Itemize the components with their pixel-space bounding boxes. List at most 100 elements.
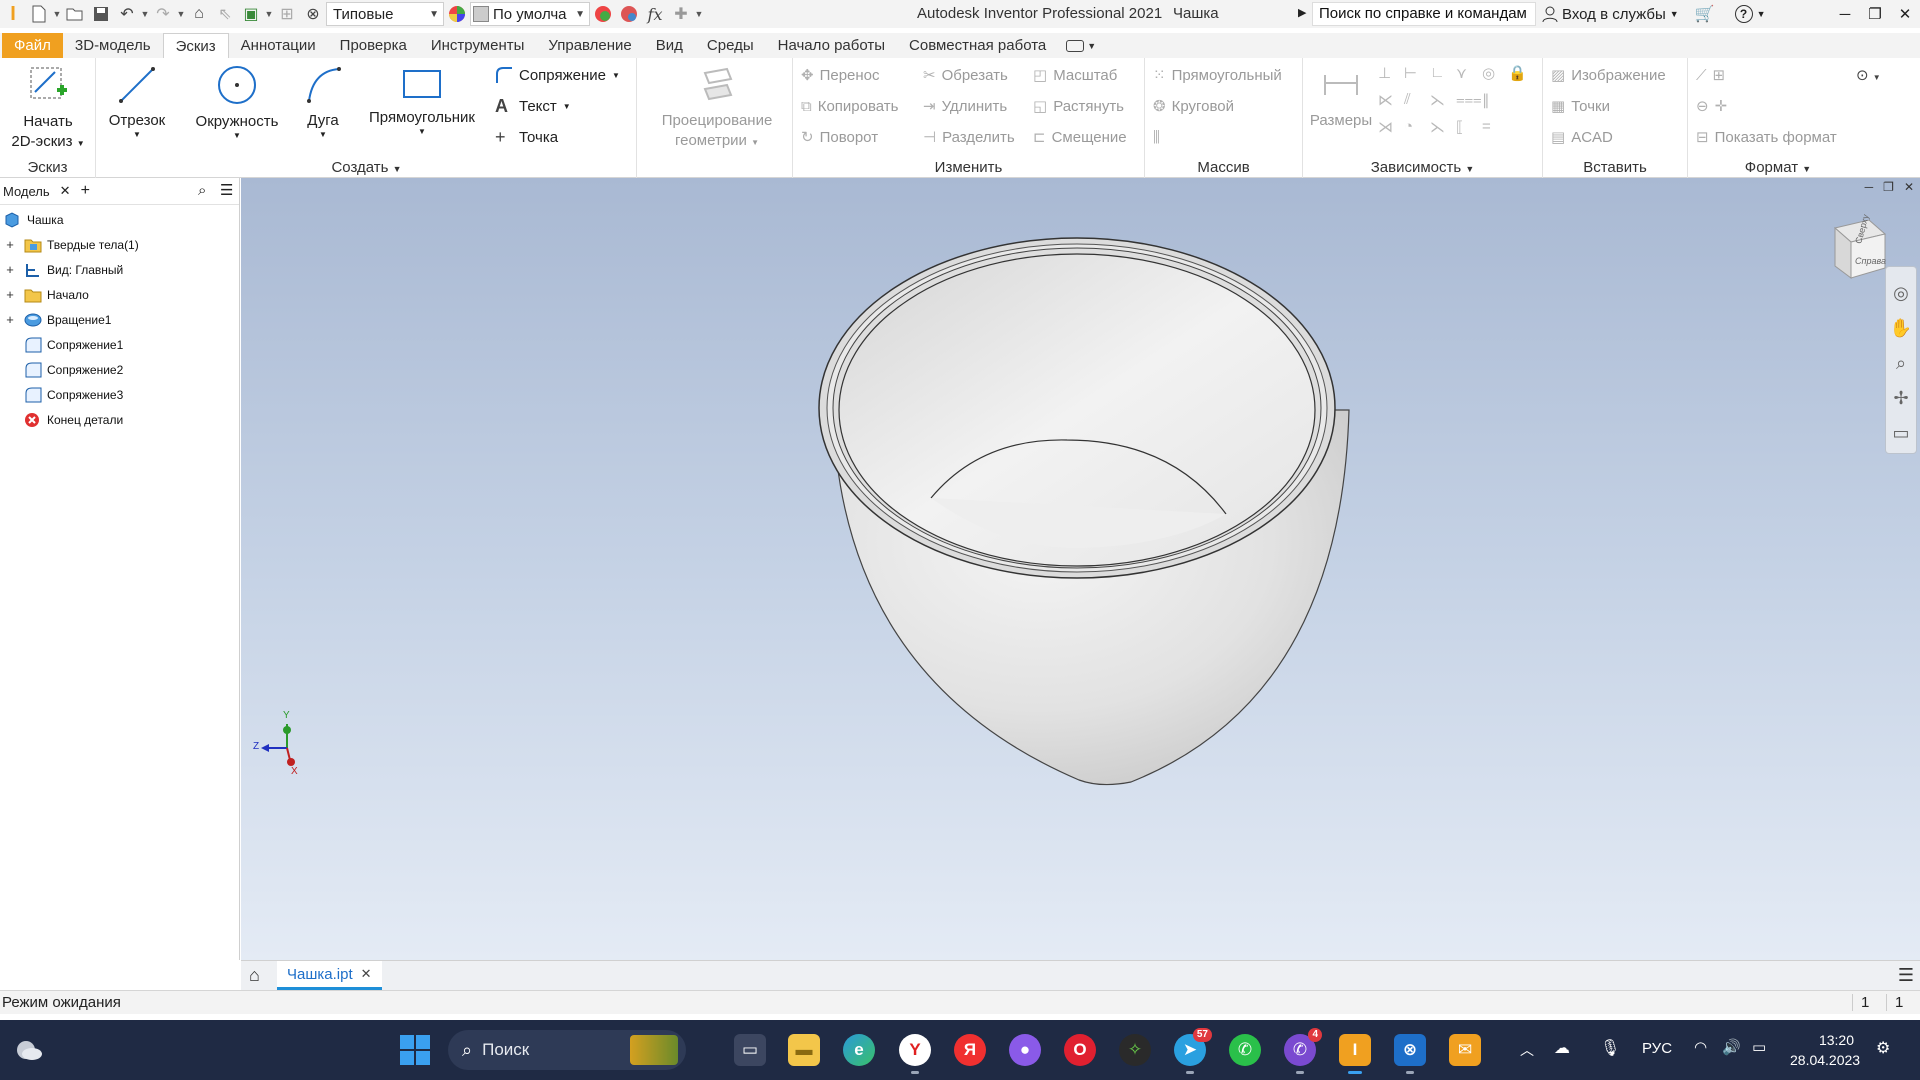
midpoint-icon[interactable]: ⋋	[1430, 118, 1456, 136]
opera-icon[interactable]: O	[1064, 1034, 1096, 1066]
cup-model[interactable]	[241, 178, 1920, 960]
show-format-button[interactable]: ⊟ Показать формат	[1696, 125, 1837, 149]
mail-icon[interactable]: ✉	[1449, 1034, 1481, 1066]
zoom-icon[interactable]: ⌕	[1896, 353, 1906, 374]
measure-icon[interactable]: ⊞	[274, 2, 300, 26]
customize-chevron-icon[interactable]: ▼	[694, 9, 704, 19]
lock-icon[interactable]: 🔒	[1508, 64, 1534, 82]
scale-button[interactable]: ◰ Масштаб	[1033, 63, 1117, 87]
text-button[interactable]: A Текст ▼	[495, 94, 571, 118]
arc-button[interactable]: Дуга ▼	[293, 62, 353, 139]
tab-environments[interactable]: Среды	[695, 33, 766, 58]
parallel-icon[interactable]: ⫽	[1404, 91, 1430, 109]
finish-sketch-button[interactable]: ⊙ ▼	[1856, 66, 1881, 84]
select-icon[interactable]: ⇖	[212, 2, 238, 26]
tab-inspect[interactable]: Проверка	[328, 33, 419, 58]
tree-item-origin[interactable]: + Начало	[0, 282, 239, 307]
chevron-down-icon[interactable]: ▼	[264, 9, 274, 19]
expand-icon[interactable]: +	[5, 262, 15, 277]
minimize-button[interactable]: ─	[1830, 0, 1860, 28]
viewcube[interactable]: Сверху Справа	[1829, 213, 1887, 280]
expand-icon[interactable]: +	[5, 312, 15, 327]
tab-sketch[interactable]: Эскиз	[162, 33, 229, 58]
menu-icon[interactable]: ☰	[1898, 965, 1914, 986]
coincident-icon[interactable]: ⊥	[1378, 64, 1404, 82]
chevron-down-icon[interactable]: ▼	[140, 9, 150, 19]
tree-item-revolve[interactable]: + Вращение1	[0, 307, 239, 332]
battery-icon[interactable]: ▭	[1752, 1038, 1766, 1056]
tree-item-part[interactable]: Чашка	[0, 207, 239, 232]
expand-icon[interactable]: +	[5, 287, 15, 302]
plus-icon[interactable]: ✚	[668, 2, 694, 26]
home-icon[interactable]: ⌂	[249, 965, 260, 986]
circular-pattern-button[interactable]: ❂ Круговой	[1153, 94, 1234, 118]
browser-tab-model[interactable]: Модель	[3, 184, 50, 199]
ribbon-options-button[interactable]: ▼	[1058, 33, 1104, 58]
volume-icon[interactable]: 🔊	[1722, 1038, 1741, 1056]
tree-item-solid-bodies[interactable]: + Твердые тела(1)	[0, 232, 239, 257]
chevron-right-icon[interactable]: ▶	[1298, 6, 1306, 19]
appearance-select[interactable]: Типовые ▼	[326, 2, 444, 26]
yandex-browser-icon[interactable]: Y	[899, 1034, 931, 1074]
collinear-icon[interactable]: ⋉	[1378, 91, 1404, 109]
equal-icon[interactable]: ∥	[1482, 91, 1508, 109]
save-icon[interactable]	[88, 2, 114, 26]
extend-button[interactable]: ⇥ Удлинить	[923, 94, 1007, 118]
chevron-down-icon[interactable]: ▼	[176, 9, 186, 19]
yandex-icon[interactable]: Я	[954, 1034, 986, 1066]
expand-icon[interactable]: +	[5, 237, 15, 252]
concentric-icon[interactable]: ◎	[1482, 64, 1508, 82]
start-2d-sketch-button[interactable]: Начать 2D-эскиз ▼	[0, 62, 96, 154]
tree-item-fillet1[interactable]: Сопряжение1	[0, 332, 239, 357]
menu-icon[interactable]: ☰	[220, 181, 233, 199]
create-panel-title[interactable]: Создать ▼	[97, 159, 636, 176]
signin-button[interactable]: Вход в службы ▼ 🛒 ? ▼	[1542, 4, 1766, 24]
rectangle-button[interactable]: Прямоугольник ▼	[363, 62, 481, 136]
rectangular-pattern-button[interactable]: ⁙ Прямоугольный	[1153, 63, 1282, 87]
whatsapp-icon[interactable]: ✆	[1229, 1034, 1261, 1066]
viewcube-right-label[interactable]: Справа	[1855, 256, 1886, 266]
tree-item-fillet3[interactable]: Сопряжение3	[0, 382, 239, 407]
new-file-icon[interactable]	[26, 2, 52, 26]
equal-length-icon[interactable]: =	[1482, 118, 1508, 136]
viber-icon[interactable]: ✆ 4	[1284, 1028, 1322, 1074]
smooth-icon[interactable]: ⩶	[1456, 91, 1482, 109]
close-icon[interactable]: ✕	[60, 183, 71, 199]
tab-3d-model[interactable]: 3D-модель	[63, 33, 163, 58]
acad-button[interactable]: ▤ ACAD	[1551, 125, 1613, 149]
line-button[interactable]: Отрезок ▼	[102, 62, 172, 139]
fillet-button[interactable]: Сопряжение ▼	[495, 63, 620, 87]
horizontal-icon[interactable]: ⊢	[1404, 64, 1430, 82]
close-button[interactable]: ✕	[1890, 0, 1920, 28]
no-entry-icon[interactable]: ⊗	[300, 2, 326, 26]
clock[interactable]: 13:20 28.04.2023	[1790, 1030, 1860, 1070]
brackets-icon[interactable]: ⟦	[1456, 118, 1482, 136]
dimension-button[interactable]: Размеры	[1309, 62, 1373, 131]
fix-icon[interactable]: ⋊	[1378, 118, 1404, 136]
microphone-icon[interactable]: 🎙	[1600, 1038, 1620, 1058]
look-at-icon[interactable]: ▭	[1892, 423, 1909, 444]
points-button[interactable]: ▦ Точки	[1551, 94, 1610, 118]
open-folder-icon[interactable]	[62, 2, 88, 26]
orbit-icon[interactable]: ✢	[1893, 388, 1908, 409]
cart-icon[interactable]: 🛒	[1695, 4, 1715, 24]
chevron-up-icon[interactable]: ︿	[1520, 1040, 1534, 1060]
chevron-down-icon[interactable]: ▼	[1757, 9, 1766, 19]
wifi-icon[interactable]: ◠	[1694, 1038, 1707, 1056]
help-icon[interactable]: ?	[1734, 5, 1753, 23]
add-tab-icon[interactable]: +	[81, 182, 90, 200]
edge-icon[interactable]: e	[843, 1034, 875, 1066]
onedrive-icon[interactable]: ☁	[1554, 1038, 1570, 1058]
copy-button[interactable]: ⧉ Копировать	[801, 94, 898, 118]
undo-icon[interactable]: ↶	[114, 2, 140, 26]
tab-collaborate[interactable]: Совместная работа	[897, 33, 1058, 58]
taskbar-search[interactable]: ⌕ Поиск	[448, 1030, 686, 1070]
update-icon[interactable]: ▣	[238, 2, 264, 26]
redo-icon[interactable]: ↷	[150, 2, 176, 26]
trim-button[interactable]: ✂ Обрезать	[923, 63, 1008, 87]
offset-button[interactable]: ⊏ Смещение	[1033, 125, 1127, 149]
circle-button[interactable]: Окружность ▼	[189, 62, 285, 140]
project-geometry-button[interactable]: Проецирование геометрии ▼	[647, 62, 787, 153]
inventor-taskbar-icon[interactable]: I	[1339, 1034, 1371, 1074]
tab-manage[interactable]: Управление	[536, 33, 643, 58]
